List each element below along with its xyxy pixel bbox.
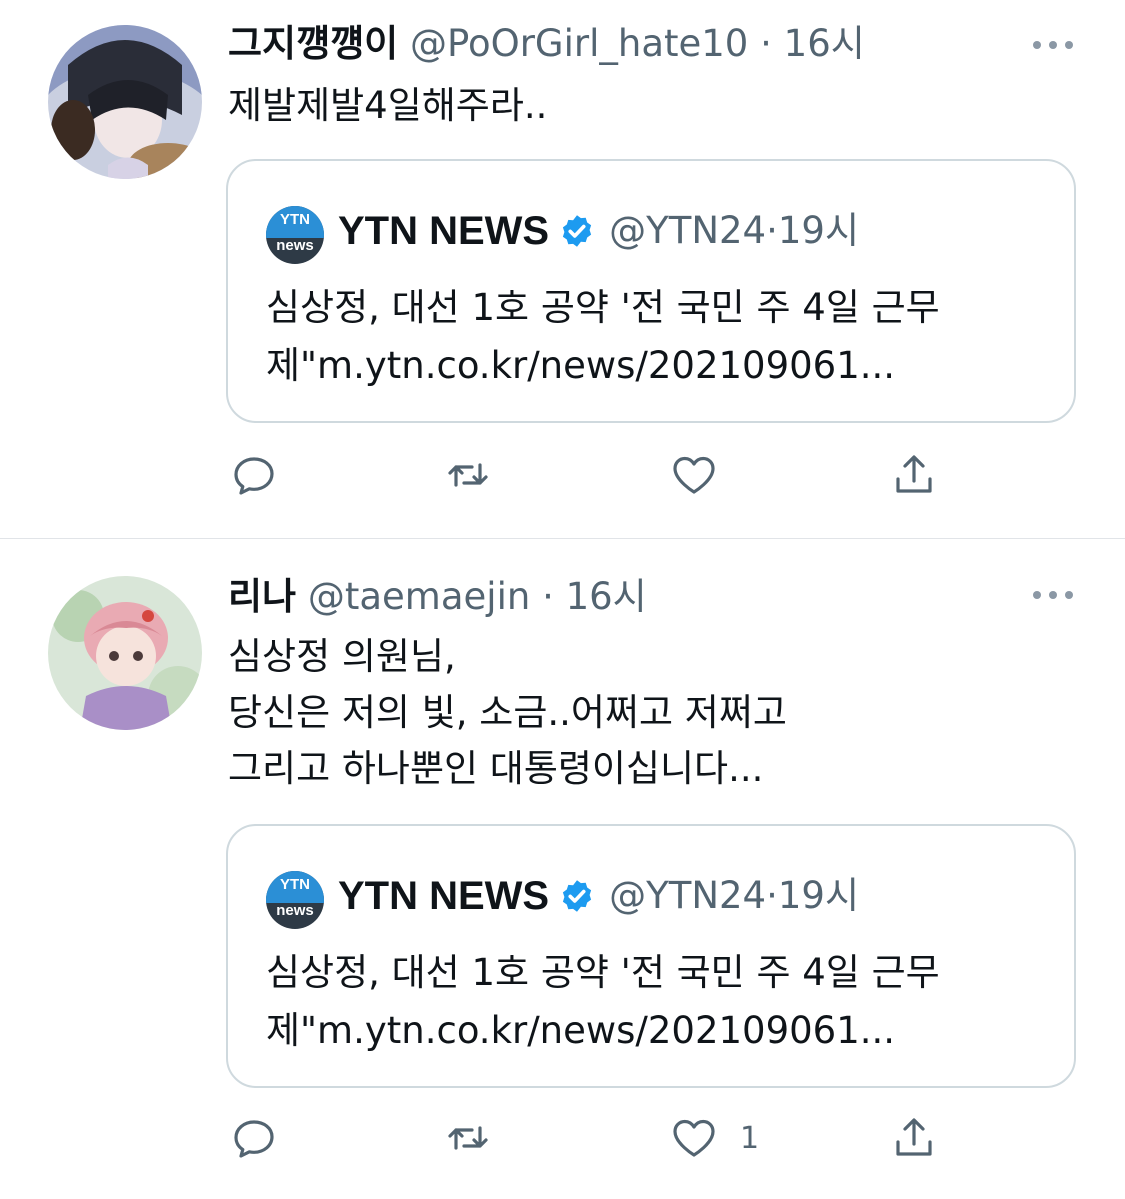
tweet-actions: 1 xyxy=(230,1112,950,1164)
reply-button[interactable] xyxy=(230,1112,278,1164)
tweet-header: 그지꺵꺵이 @PoOrGirl_hate10 · 16시 xyxy=(228,20,865,68)
ytn-logo-icon: YTN news xyxy=(266,206,324,264)
share-button[interactable] xyxy=(890,1112,938,1164)
retweet-button[interactable] xyxy=(444,1112,492,1164)
avatar[interactable] xyxy=(48,25,202,179)
quoted-timestamp: 19시 xyxy=(777,874,859,917)
quoted-tweet-text: 심상정, 대선 1호 공약 '전 국민 주 4일 근무제"m.ytn.co.kr… xyxy=(266,951,940,1052)
quoted-display-name: YTN NEWS xyxy=(338,874,550,918)
tweet-text: 심상정 의원님, 당신은 저의 빛, 소금..어쩌고 저쩌고 그리고 하나뿐인 … xyxy=(228,635,787,790)
retweet-icon xyxy=(448,1126,488,1150)
tweet-actions xyxy=(230,449,950,501)
user-handle[interactable]: @PoOrGirl_hate10 xyxy=(410,22,748,65)
reply-icon xyxy=(234,457,274,495)
more-options-icon[interactable] xyxy=(1033,40,1073,50)
ytn-logo-icon: YTN news xyxy=(266,871,324,929)
timestamp[interactable]: 16시 xyxy=(784,22,865,65)
separator: · xyxy=(766,209,778,252)
quoted-timestamp: 19시 xyxy=(777,209,859,252)
tweet[interactable]: 리나 @taemaejin · 16시 심상정 의원님, 당신은 저의 빛, 소… xyxy=(0,539,1125,1199)
timestamp[interactable]: 16시 xyxy=(566,575,647,618)
retweet-button[interactable] xyxy=(444,449,492,501)
quoted-tweet-header: YTN NEWS @YTN24 · 19시 xyxy=(338,207,859,255)
heart-icon xyxy=(673,1119,715,1157)
like-button[interactable] xyxy=(670,449,740,501)
share-button[interactable] xyxy=(890,449,938,501)
separator: · xyxy=(542,575,566,618)
separator: · xyxy=(766,874,778,917)
reply-button[interactable] xyxy=(230,449,278,501)
share-icon xyxy=(896,1118,932,1156)
heart-icon xyxy=(673,456,715,494)
reply-icon xyxy=(234,1120,274,1158)
quoted-tweet[interactable]: YTN news YTN NEWS @YTN24 · 19시 심상정, 대선 1… xyxy=(226,159,1076,423)
retweet-icon xyxy=(448,463,488,487)
quoted-display-name: YTN NEWS xyxy=(338,209,550,253)
share-icon xyxy=(896,455,932,493)
verified-badge-icon xyxy=(559,213,595,249)
quoted-user-handle: @YTN24 xyxy=(609,209,767,252)
quoted-tweet-text: 심상정, 대선 1호 공약 '전 국민 주 4일 근무제"m.ytn.co.kr… xyxy=(266,286,940,387)
verified-badge-icon xyxy=(559,878,595,914)
display-name[interactable]: 그지꺵꺵이 xyxy=(228,22,398,65)
quoted-tweet-header: YTN NEWS @YTN24 · 19시 xyxy=(338,872,859,920)
quoted-tweet[interactable]: YTN news YTN NEWS @YTN24 · 19시 심상정, 대선 1… xyxy=(226,824,1076,1088)
display-name[interactable]: 리나 xyxy=(228,575,296,618)
tweet-header: 리나 @taemaejin · 16시 xyxy=(228,573,647,621)
more-options-icon[interactable] xyxy=(1033,590,1073,600)
separator: · xyxy=(760,22,784,65)
tweet[interactable]: 그지꺵꺵이 @PoOrGirl_hate10 · 16시 제발제발4일해주라..… xyxy=(0,0,1125,538)
avatar[interactable] xyxy=(48,576,202,730)
like-button[interactable]: 1 xyxy=(670,1112,759,1164)
tweet-text: 제발제발4일해주라.. xyxy=(228,84,548,127)
quoted-user-handle: @YTN24 xyxy=(609,874,767,917)
like-count: 1 xyxy=(740,1120,760,1156)
user-handle[interactable]: @taemaejin xyxy=(308,575,530,618)
